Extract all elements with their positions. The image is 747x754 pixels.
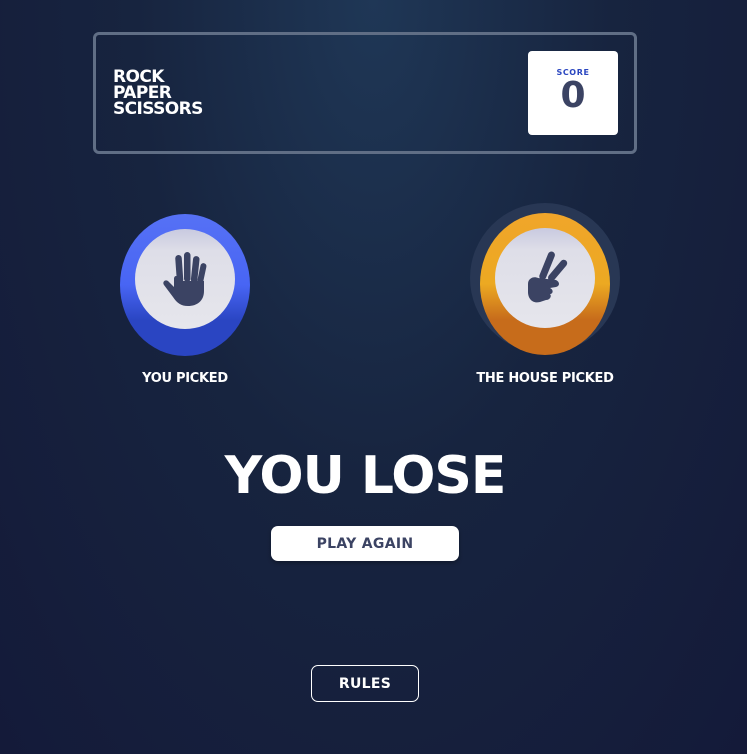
rules-button[interactable]: RULES — [311, 665, 419, 702]
player-pick-paper — [120, 214, 250, 356]
game-title-line-3: SCISSORS — [113, 99, 203, 119]
house-pick-scissors — [480, 213, 610, 355]
house-pick-face — [495, 228, 595, 328]
score-value: 0 — [560, 75, 586, 116]
scoreboard-header: ROCK PAPER SCISSORS SCORE 0 — [93, 32, 637, 154]
score-box: SCORE 0 — [528, 51, 618, 135]
play-again-button[interactable]: PLAY AGAIN — [271, 526, 459, 561]
player-pick-label: YOU PICKED — [142, 371, 228, 386]
game-title: ROCK PAPER SCISSORS — [113, 69, 203, 119]
hand-paper-icon — [163, 252, 207, 306]
result-text: YOU LOSE — [224, 446, 507, 506]
player-pick-face — [135, 229, 235, 329]
house-pick-label: THE HOUSE PICKED — [476, 371, 614, 386]
hand-scissors-icon — [528, 251, 568, 303]
